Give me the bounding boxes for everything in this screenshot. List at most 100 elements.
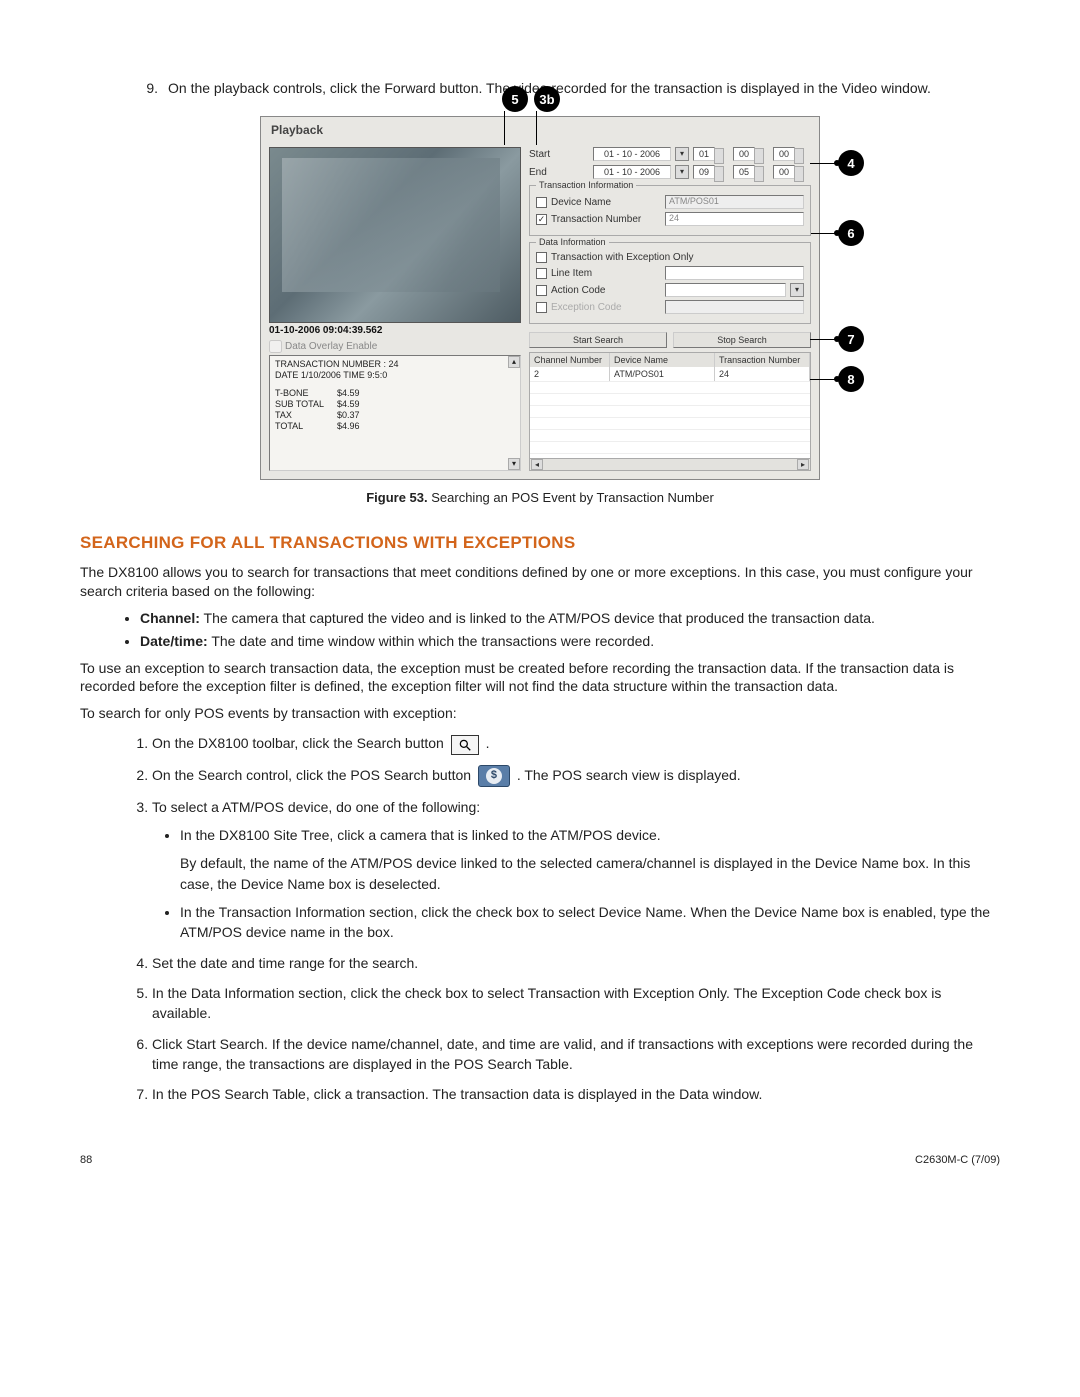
start-date-input[interactable]: 01 - 10 - 2006 bbox=[593, 147, 671, 161]
trans-num-label: Transaction Number bbox=[551, 214, 661, 225]
receipt-item: TAX$0.37 bbox=[275, 410, 515, 421]
dropdown-icon[interactable]: ▾ bbox=[790, 283, 804, 297]
line-item-label: Line Item bbox=[551, 268, 661, 279]
receipt-item: SUB TOTAL$4.59 bbox=[275, 399, 515, 410]
callout-3b: 3b bbox=[534, 86, 560, 112]
exception-code-label: Exception Code bbox=[551, 302, 661, 313]
exception-only-label: Transaction with Exception Only bbox=[551, 252, 693, 263]
min-spinner[interactable]: 00 bbox=[733, 147, 755, 161]
action-code-label: Action Code bbox=[551, 285, 661, 296]
hour-spinner[interactable]: 01 bbox=[693, 147, 715, 161]
step-4: Set the date and time range for the sear… bbox=[152, 953, 1000, 973]
callout-7-wrap: 7 bbox=[810, 326, 864, 352]
callout-8: 8 bbox=[838, 366, 864, 392]
exception-note: To use an exception to search transactio… bbox=[80, 659, 1000, 697]
list-item: Date/time: The date and time window with… bbox=[140, 632, 1000, 651]
di-legend: Data Information bbox=[536, 237, 609, 247]
pos-search-icon: $ bbox=[478, 765, 510, 787]
step-1: On the DX8100 toolbar, click the Search … bbox=[152, 733, 1000, 754]
table-header: Channel Number Device Name Transaction N… bbox=[530, 353, 810, 367]
col-channel: Channel Number bbox=[530, 353, 610, 367]
sec-spinner[interactable]: 00 bbox=[773, 147, 795, 161]
doc-id: C2630M-C (7/09) bbox=[915, 1154, 1000, 1166]
page-number: 88 bbox=[80, 1154, 92, 1166]
criteria-list: Channel: The camera that captured the vi… bbox=[80, 609, 1000, 651]
line-item-checkbox[interactable] bbox=[536, 268, 547, 279]
section-heading: SEARCHING FOR ALL TRANSACTIONS WITH EXCE… bbox=[80, 533, 1000, 553]
scroll-up-icon[interactable]: ▴ bbox=[508, 356, 520, 368]
callout-4: 4 bbox=[838, 150, 864, 176]
pos-search-table[interactable]: Channel Number Device Name Transaction N… bbox=[529, 352, 811, 471]
exception-only-checkbox[interactable] bbox=[536, 252, 547, 263]
step-2: On the Search control, click the POS Sea… bbox=[152, 765, 1000, 787]
scroll-left-icon: ◂ bbox=[531, 459, 543, 470]
sub-step-3a-note: By default, the name of the ATM/POS devi… bbox=[180, 853, 1000, 894]
callout-line bbox=[504, 111, 505, 145]
step-5: In the Data Information section, click t… bbox=[152, 983, 1000, 1024]
step-7: In the POS Search Table, click a transac… bbox=[152, 1084, 1000, 1104]
hour-spinner[interactable]: 09 bbox=[693, 165, 715, 179]
data-window: ▴ TRANSACTION NUMBER : 24 DATE 1/10/2006… bbox=[269, 355, 521, 471]
receipt-line: DATE 1/10/2006 TIME 9:5:0 bbox=[275, 370, 515, 381]
start-row: Start 01 - 10 - 2006 ▾ 01 00 00 bbox=[529, 147, 811, 161]
trans-num-input[interactable]: 24 bbox=[665, 212, 804, 226]
receipt-item: T-BONE$4.59 bbox=[275, 388, 515, 399]
sub-step-3b: In the Transaction Information section, … bbox=[180, 902, 1000, 943]
table-hscroll[interactable]: ◂▸ bbox=[530, 458, 810, 470]
scroll-right-icon: ▸ bbox=[797, 459, 809, 470]
device-name-label: Device Name bbox=[551, 197, 661, 208]
list-item: Channel: The camera that captured the vi… bbox=[140, 609, 1000, 628]
figure-53: 5 3b 4 6 7 8 Playback 01-10-2006 09:04:3… bbox=[260, 116, 820, 480]
data-overlay-enable[interactable]: Data Overlay Enable bbox=[269, 338, 521, 355]
callout-4-wrap: 4 bbox=[810, 150, 864, 176]
table-row[interactable]: 2 ATM/POS01 24 bbox=[530, 367, 810, 382]
exception-code-input bbox=[665, 300, 804, 314]
intro-paragraph: The DX8100 allows you to search for tran… bbox=[80, 563, 1000, 601]
callouts-top: 5 3b bbox=[502, 86, 560, 112]
ti-legend: Transaction Information bbox=[536, 180, 636, 190]
callout-line bbox=[536, 111, 537, 145]
end-date-input[interactable]: 01 - 10 - 2006 bbox=[593, 165, 671, 179]
trans-num-checkbox[interactable] bbox=[536, 214, 547, 225]
line-item-input[interactable] bbox=[665, 266, 804, 280]
data-info-group: Data Information Transaction with Except… bbox=[529, 242, 811, 324]
transaction-info-group: Transaction Information Device Name ATM/… bbox=[529, 185, 811, 236]
overlay-checkbox[interactable] bbox=[269, 340, 282, 353]
dropdown-icon[interactable]: ▾ bbox=[675, 165, 689, 179]
sub-step-3a: In the DX8100 Site Tree, click a camera … bbox=[180, 825, 1000, 894]
receipt-line: TRANSACTION NUMBER : 24 bbox=[275, 359, 515, 370]
callout-8-wrap: 8 bbox=[810, 366, 864, 392]
scroll-down-icon[interactable]: ▾ bbox=[508, 458, 520, 470]
step-3: To select a ATM/POS device, do one of th… bbox=[152, 797, 1000, 943]
playback-title: Playback bbox=[261, 117, 819, 143]
step-6: Click Start Search. If the device name/c… bbox=[152, 1034, 1000, 1075]
page-footer: 88 C2630M-C (7/09) bbox=[80, 1154, 1000, 1166]
end-row: End 01 - 10 - 2006 ▾ 09 05 00 bbox=[529, 165, 811, 179]
device-name-checkbox[interactable] bbox=[536, 197, 547, 208]
callout-6-wrap: 6 bbox=[810, 220, 864, 246]
min-spinner[interactable]: 05 bbox=[733, 165, 755, 179]
search-icon bbox=[451, 735, 479, 755]
exception-code-checkbox[interactable] bbox=[536, 302, 547, 313]
receipt-item: TOTAL$4.96 bbox=[275, 421, 515, 432]
timestamp: 01-10-2006 09:04:39.562 bbox=[269, 323, 521, 338]
callout-6: 6 bbox=[838, 220, 864, 246]
procedure-steps: On the DX8100 toolbar, click the Search … bbox=[80, 733, 1000, 1104]
figure-caption: Figure 53. Searching an POS Event by Tra… bbox=[80, 490, 1000, 505]
stop-search-button[interactable]: Stop Search bbox=[673, 332, 811, 348]
video-preview bbox=[269, 147, 521, 323]
action-code-checkbox[interactable] bbox=[536, 285, 547, 296]
procedure-intro: To search for only POS events by transac… bbox=[80, 704, 1000, 723]
sec-spinner[interactable]: 00 bbox=[773, 165, 795, 179]
col-device: Device Name bbox=[610, 353, 715, 367]
start-label: Start bbox=[529, 149, 589, 160]
step-9-number: 9. bbox=[140, 80, 168, 96]
action-code-input[interactable] bbox=[665, 283, 786, 297]
device-name-input[interactable]: ATM/POS01 bbox=[665, 195, 804, 209]
col-trans: Transaction Number bbox=[715, 353, 810, 367]
end-label: End bbox=[529, 167, 589, 178]
dropdown-icon[interactable]: ▾ bbox=[675, 147, 689, 161]
callout-7: 7 bbox=[838, 326, 864, 352]
start-search-button[interactable]: Start Search bbox=[529, 332, 667, 348]
callout-5: 5 bbox=[502, 86, 528, 112]
